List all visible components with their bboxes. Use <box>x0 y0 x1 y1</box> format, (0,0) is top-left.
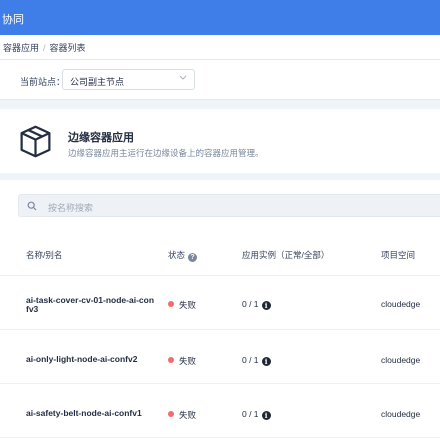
instances-count: 0 / 1 <box>242 299 259 309</box>
status-dot <box>168 411 174 417</box>
app-name-link[interactable]: ai-only-light-node-ai-confv2 <box>26 355 156 364</box>
breadcrumb-separator: / <box>43 43 46 53</box>
project-cell: cloudedge <box>381 299 421 309</box>
status-text: 失败 <box>179 300 197 310</box>
site-label: 当前站点： <box>20 77 66 87</box>
column-header-project: 项目空间 <box>381 250 416 260</box>
site-selector-bar: 当前站点： 公司副主节点 <box>0 60 440 100</box>
status-cell: 失败 <box>168 409 196 421</box>
table-header: 名称/别名 状态? 应用实例（正常/全部） 项目空间 <box>0 236 440 276</box>
column-header-instances: 应用实例（正常/全部） <box>242 250 330 260</box>
app-name-link[interactable]: ai-task-cover-cv-01-node-ai-confv3 <box>26 296 156 314</box>
table-row[interactable]: ai-task-cover-cv-01-node-ai-confv3 失败 0 … <box>0 277 440 330</box>
app-title: 协同 <box>2 14 24 26</box>
status-dot <box>168 301 174 307</box>
page-title: 边缘容器应用 <box>68 132 134 144</box>
status-text: 失败 <box>179 356 197 366</box>
question-circle-icon[interactable]: ? <box>188 253 198 262</box>
instances-count: 0 / 1 <box>242 409 259 419</box>
status-cell: 失败 <box>168 299 196 311</box>
top-bar: 协同 <box>0 0 440 35</box>
search-icon <box>27 201 37 211</box>
breadcrumb-item-apps[interactable]: 容器应用 <box>3 43 39 53</box>
site-select-value: 公司副主节点 <box>70 77 125 87</box>
instances-cell: 0 / 1i <box>242 409 271 420</box>
breadcrumb: 容器应用 / 容器列表 <box>0 35 440 60</box>
cube-icon <box>20 125 51 158</box>
breadcrumb-item-list: 容器列表 <box>49 43 86 53</box>
column-header-name: 名称/别名 <box>26 250 63 260</box>
site-select[interactable]: 公司副主节点 <box>62 69 195 90</box>
app-list-panel: 按名称搜索 名称/别名 状态? 应用实例（正常/全部） 项目空间 ai-task… <box>0 180 440 440</box>
page-description: 边缘容器应用主运行在边缘设备上的容器应用管理。 <box>68 148 264 158</box>
instances-cell: 0 / 1i <box>242 355 271 366</box>
page-header: 边缘容器应用 边缘容器应用主运行在边缘设备上的容器应用管理。 <box>0 109 440 173</box>
status-dot <box>168 357 174 363</box>
table-row[interactable]: ai-only-light-node-ai-confv2 失败 0 / 1i c… <box>0 331 440 384</box>
project-cell: cloudedge <box>381 355 421 365</box>
project-cell: cloudedge <box>381 409 421 419</box>
search-placeholder: 按名称搜索 <box>48 203 94 213</box>
status-cell: 失败 <box>168 355 196 367</box>
info-circle-icon[interactable]: i <box>261 301 271 310</box>
column-header-status: 状态? <box>168 249 198 262</box>
instances-count: 0 / 1 <box>242 355 259 365</box>
column-header-status-label: 状态 <box>168 250 186 260</box>
app-name-link[interactable]: ai-safety-belt-node-ai-confv1 <box>26 409 156 418</box>
instances-cell: 0 / 1i <box>242 299 271 310</box>
info-circle-icon[interactable]: i <box>261 357 271 366</box>
status-text: 失败 <box>179 410 197 420</box>
table-row[interactable]: ai-safety-belt-node-ai-confv1 失败 0 / 1i … <box>0 385 440 438</box>
search-input[interactable]: 按名称搜索 <box>18 194 440 217</box>
chevron-down-icon <box>179 75 187 80</box>
info-circle-icon[interactable]: i <box>261 411 271 420</box>
